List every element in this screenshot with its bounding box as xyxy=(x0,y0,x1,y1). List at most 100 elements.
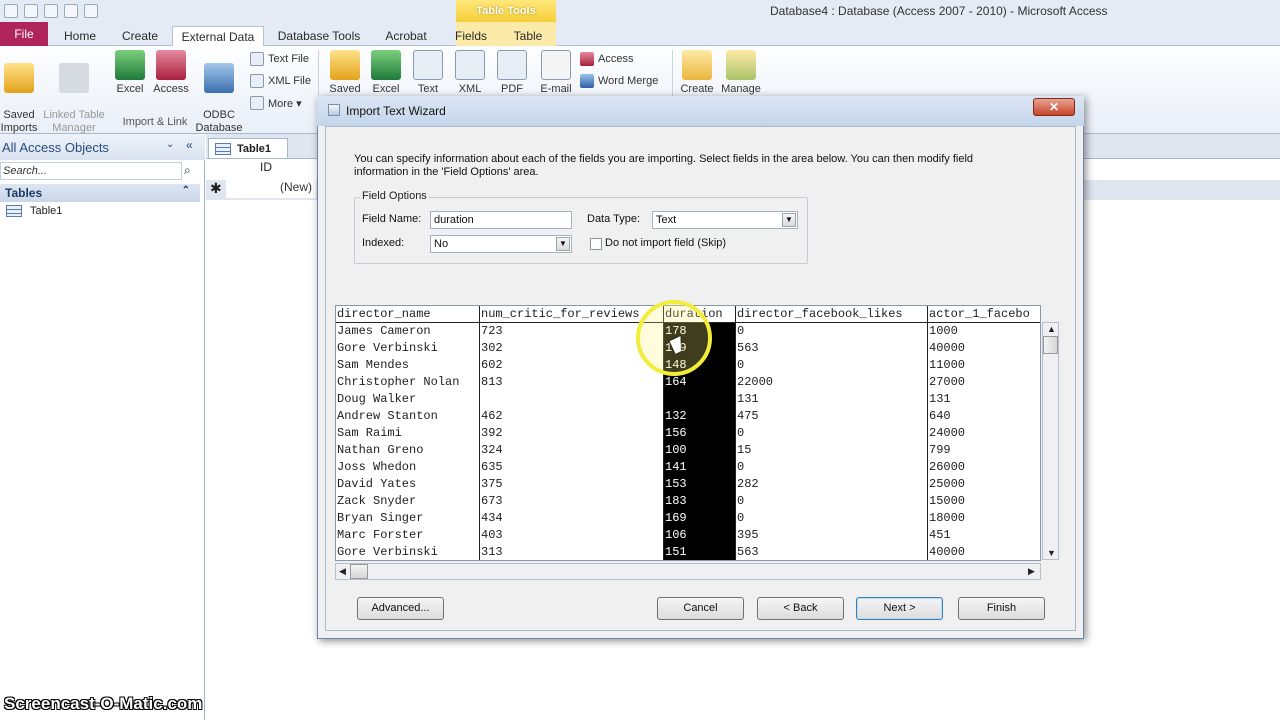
chevron-down-icon[interactable]: ▼ xyxy=(556,237,570,251)
table-cell: 475 xyxy=(737,409,759,423)
table-cell: 22000 xyxy=(737,375,774,389)
column-header[interactable]: director_facebook_likes xyxy=(736,306,927,323)
skip-field-checkbox[interactable] xyxy=(590,238,602,250)
column-header[interactable]: actor_1_facebo xyxy=(928,306,1040,323)
collapse-pane-icon[interactable]: « xyxy=(186,138,193,152)
nav-section-label: Tables xyxy=(5,186,43,200)
collapse-section-icon[interactable]: ⌃ xyxy=(182,185,190,196)
manage-replies-icon xyxy=(726,50,756,80)
nav-pane-title: All Access Objects xyxy=(2,140,109,155)
export-access-label: Access xyxy=(598,53,634,65)
nav-pane-header[interactable]: All Access Objects ⌄ « xyxy=(0,134,205,160)
undo-icon[interactable] xyxy=(44,4,58,18)
table-cell: 40000 xyxy=(929,545,966,559)
saved-imports-icon xyxy=(4,63,34,93)
scroll-left-icon[interactable]: ◀ xyxy=(339,566,346,577)
ribbon-tab-row: File Home Create External Data Database … xyxy=(0,22,1280,47)
export-email-button[interactable]: E-mail xyxy=(536,50,576,96)
table-cell: David Yates xyxy=(337,477,417,491)
manage-label: Manage xyxy=(721,83,761,95)
search-icon[interactable]: ⌕ xyxy=(184,163,191,178)
export-pdf-label: PDF xyxy=(501,83,523,95)
email-icon xyxy=(541,50,571,80)
tab-file[interactable]: File xyxy=(0,22,48,46)
save-icon[interactable] xyxy=(24,4,38,18)
document-tab-table1[interactable]: Table1 xyxy=(208,138,288,158)
customize-qat-icon[interactable] xyxy=(84,4,98,18)
tab-table[interactable]: Table xyxy=(508,26,548,46)
table-cell: 169 xyxy=(664,510,735,527)
column-header[interactable]: num_critic_for_reviews xyxy=(480,306,663,323)
export-access-button[interactable]: Access xyxy=(580,52,633,66)
saved-imports-button[interactable]: Saved Imports xyxy=(0,50,38,135)
import-more-button[interactable]: More ▾ xyxy=(250,96,302,110)
table-cell: 11000 xyxy=(929,358,966,372)
import-excel-button[interactable]: Excel xyxy=(112,50,148,96)
new-record-cell[interactable]: (New) xyxy=(226,180,316,198)
finish-button[interactable]: Finish xyxy=(958,597,1045,620)
tab-home[interactable]: Home xyxy=(58,26,102,46)
export-access-icon xyxy=(580,52,594,66)
export-text-button[interactable]: Text xyxy=(410,50,446,96)
wizard-instructions: You can specify information about each o… xyxy=(354,153,974,178)
import-text-file-button[interactable]: Text File xyxy=(250,52,309,66)
redo-icon[interactable] xyxy=(64,4,78,18)
scroll-up-icon[interactable]: ▲ xyxy=(1047,324,1056,334)
navigation-pane xyxy=(0,134,205,720)
scroll-down-icon[interactable]: ▼ xyxy=(1047,548,1056,558)
table-cell: Bryan Singer xyxy=(337,511,424,525)
preview-column-director-facebook-likes[interactable]: director_facebook_likes 0 563 0 22000 13… xyxy=(736,306,928,560)
tab-external-data[interactable]: External Data xyxy=(172,26,264,47)
table-cell: Doug Walker xyxy=(337,392,417,406)
import-xml-file-button[interactable]: XML File xyxy=(250,74,311,88)
vertical-scroll-thumb[interactable] xyxy=(1043,336,1058,354)
linked-table-manager-button[interactable]: Linked Table Manager xyxy=(40,50,108,135)
tab-acrobat[interactable]: Acrobat xyxy=(378,26,434,46)
next-button[interactable]: Next > xyxy=(856,597,943,620)
horizontal-scroll-thumb[interactable] xyxy=(350,564,368,579)
table-cell: 375 xyxy=(481,477,503,491)
nav-item-table1[interactable]: Table1 xyxy=(6,205,62,217)
tab-database-tools[interactable]: Database Tools xyxy=(272,26,366,46)
table-cell: Andrew Stanton xyxy=(337,409,438,423)
column-header-id[interactable]: ID xyxy=(226,160,306,174)
tab-create[interactable]: Create xyxy=(114,26,166,46)
table-cell: 324 xyxy=(481,443,503,457)
table-cell: 24000 xyxy=(929,426,966,440)
vertical-scrollbar[interactable] xyxy=(1042,322,1059,560)
export-saved-button[interactable]: Saved xyxy=(326,50,364,96)
word-merge-button[interactable]: Word Merge xyxy=(580,74,658,88)
table-cell: Zack Snyder xyxy=(337,494,417,508)
nav-section-tables[interactable]: Tables ⌃ xyxy=(0,184,200,202)
close-button[interactable]: ✕ xyxy=(1033,98,1075,116)
column-header[interactable]: director_name xyxy=(336,306,479,323)
table-cell: 0 xyxy=(737,324,745,338)
table-cell: Gore Verbinski xyxy=(337,341,438,355)
preview-column-director-name[interactable]: director_name James Cameron Gore Verbins… xyxy=(336,306,480,560)
export-saved-label: Saved xyxy=(329,83,361,95)
back-button[interactable]: < Back xyxy=(757,597,844,620)
export-pdf-button[interactable]: PDF xyxy=(494,50,530,96)
export-xml-button[interactable]: XML xyxy=(452,50,488,96)
chevron-down-icon[interactable]: ⌄ xyxy=(166,139,174,150)
export-excel-button[interactable]: Excel xyxy=(368,50,404,96)
preview-column-actor-1-facebook-likes[interactable]: actor_1_facebo 1000 40000 11000 27000 13… xyxy=(928,306,1040,560)
field-name-input[interactable]: duration xyxy=(430,211,572,229)
scroll-right-icon[interactable]: ▶ xyxy=(1028,566,1035,577)
tab-fields[interactable]: Fields xyxy=(452,26,490,46)
create-email-button[interactable]: Create xyxy=(678,50,716,96)
manage-replies-button[interactable]: Manage xyxy=(720,50,762,96)
cancel-button[interactable]: Cancel xyxy=(657,597,744,620)
access-logo-icon[interactable] xyxy=(4,4,18,18)
table-cell: Christopher Nolan xyxy=(337,375,460,389)
import-access-button[interactable]: Access xyxy=(152,50,190,96)
chevron-down-icon[interactable]: ▼ xyxy=(782,213,796,227)
indexed-select[interactable]: No ▼ xyxy=(430,235,572,253)
nav-search-input[interactable]: Search... xyxy=(0,162,182,180)
table-cell: 100 xyxy=(664,442,735,459)
data-type-select[interactable]: Text ▼ xyxy=(652,211,798,229)
horizontal-scrollbar[interactable] xyxy=(335,563,1041,580)
advanced-button[interactable]: Advanced... xyxy=(357,597,444,620)
saved-exports-icon xyxy=(330,50,360,80)
screencast-watermark: Screencast-O-Matic.com xyxy=(4,694,203,713)
